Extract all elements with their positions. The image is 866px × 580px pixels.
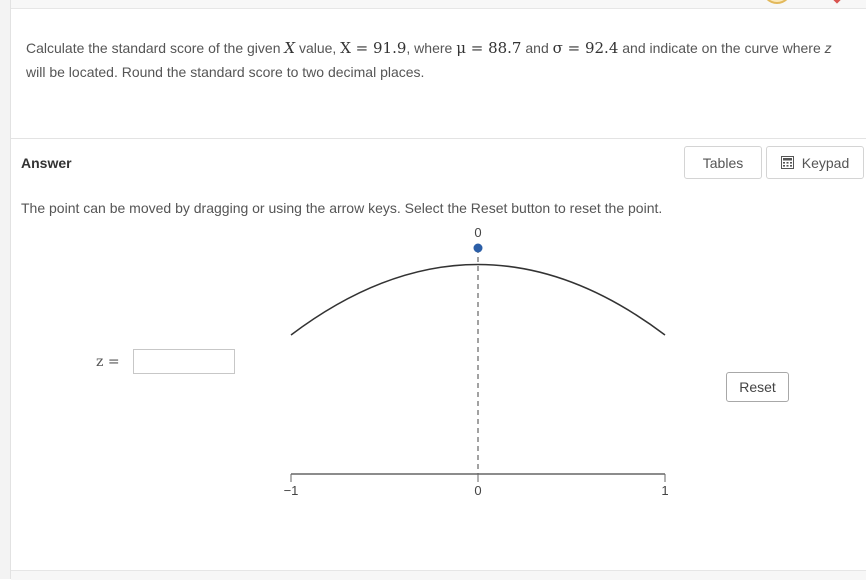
question-part: and: [521, 40, 553, 56]
x-value: X = 91.9: [340, 39, 407, 57]
question-part: Calculate the standard score of the give…: [26, 40, 285, 56]
left-rail: [0, 0, 11, 579]
answer-title: Answer: [21, 155, 72, 171]
question-part: , where: [406, 40, 457, 56]
top-strip: [11, 0, 866, 9]
normal-curve-graph: 0 −1 0 1: [260, 220, 700, 510]
keypad-button[interactable]: Keypad: [766, 146, 864, 179]
tick-label: 0: [474, 483, 481, 498]
mu-value: μ = 88.7: [456, 39, 522, 57]
point-value-label: 0: [474, 225, 481, 240]
tables-button[interactable]: Tables: [684, 146, 762, 179]
z-equals-label: z =: [96, 354, 120, 370]
divider: [11, 138, 866, 139]
instruction-text: The point can be moved by dragging or us…: [21, 200, 663, 216]
sigma-value: σ = 92.4: [552, 39, 619, 57]
question-part: will be located. Round the standard scor…: [26, 64, 425, 80]
reset-button[interactable]: Reset: [726, 372, 789, 402]
question-part: and indicate on the curve where: [618, 40, 825, 56]
tick-label: 1: [661, 483, 668, 498]
calculator-icon: [780, 156, 794, 169]
z-symbol: z: [824, 40, 832, 56]
x-symbol: X: [284, 39, 296, 57]
tick-label: −1: [284, 483, 299, 498]
keypad-label: Keypad: [801, 154, 850, 171]
question-part: value,: [295, 40, 341, 56]
draggable-point[interactable]: [473, 243, 483, 253]
question-text: Calculate the standard score of the give…: [26, 36, 846, 84]
z-answer-input[interactable]: [133, 349, 235, 374]
